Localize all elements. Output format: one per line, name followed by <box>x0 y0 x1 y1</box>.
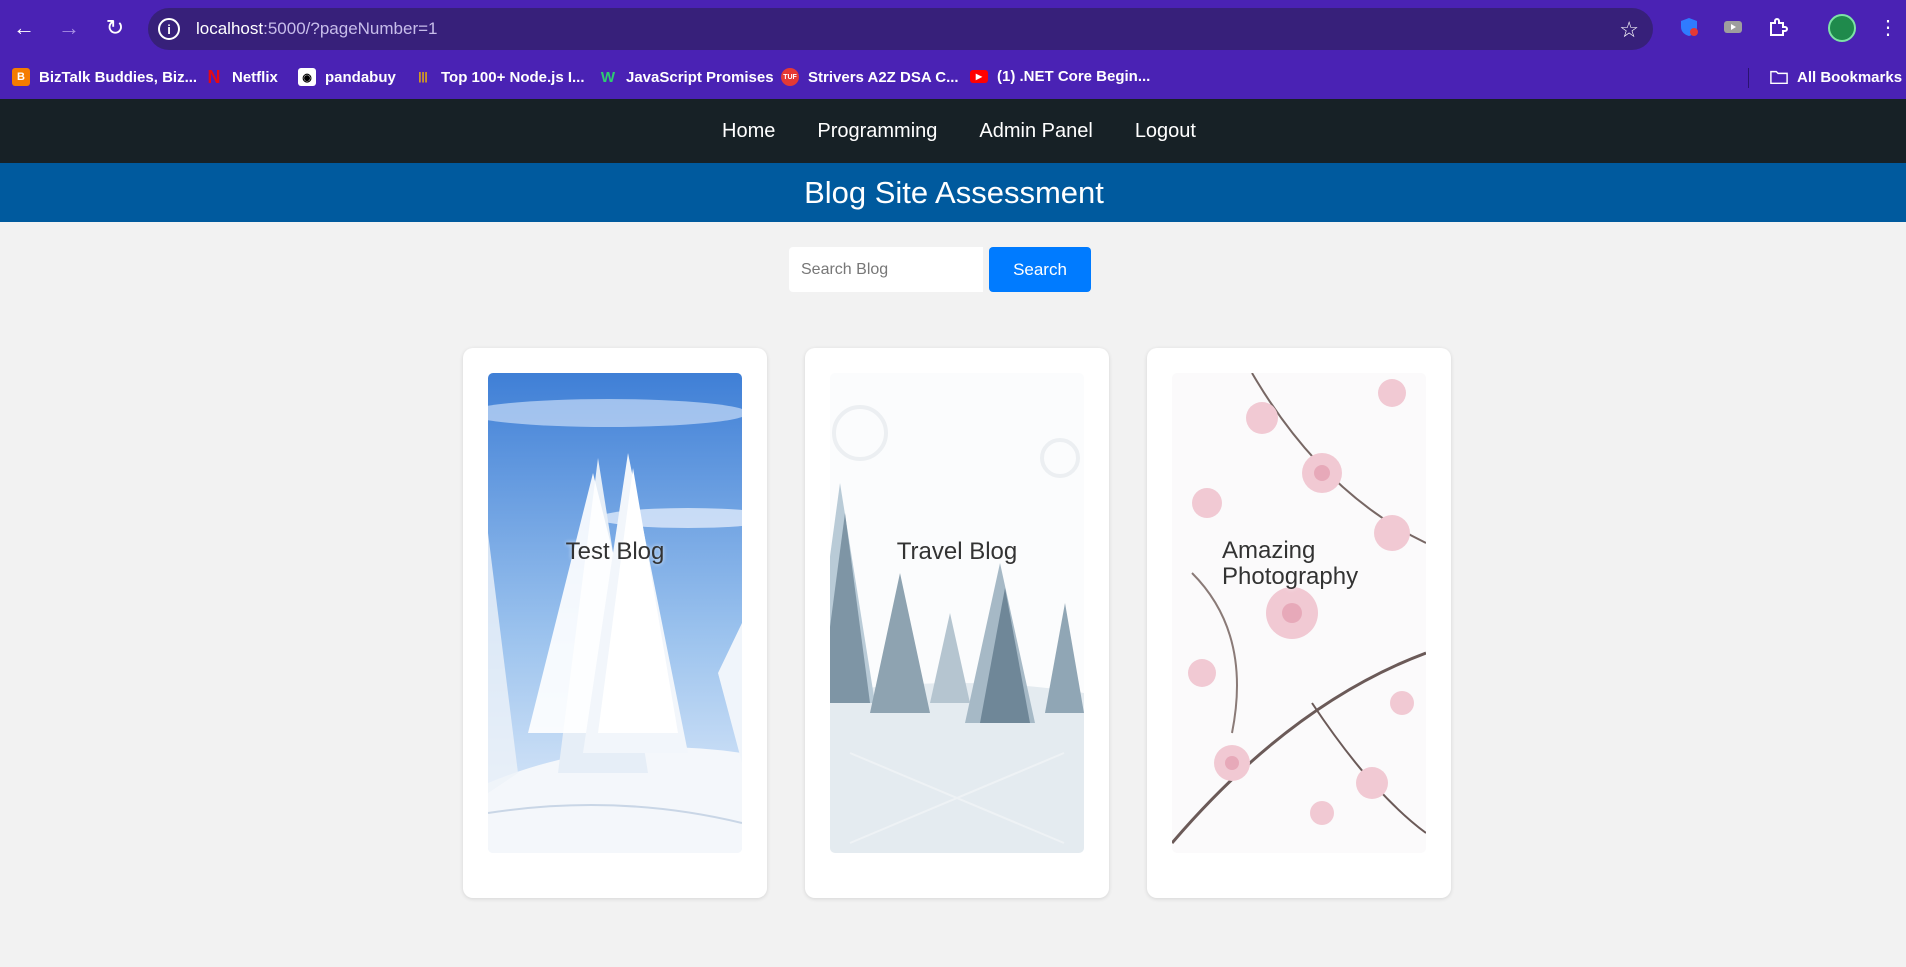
site-nav: Home Programming Admin Panel Logout <box>0 99 1906 163</box>
blogger-icon: B <box>12 68 30 86</box>
forward-arrow-icon[interactable]: → <box>57 15 81 40</box>
site-info-icon[interactable]: i <box>158 18 180 40</box>
bookmark-item[interactable]: ◉ pandabuy <box>298 68 396 86</box>
w-icon: W <box>600 68 616 86</box>
back-arrow-icon[interactable]: ← <box>12 15 36 40</box>
site-banner: Blog Site Assessment <box>0 163 1906 222</box>
tuf-icon: TUF <box>781 68 799 86</box>
bookmark-item[interactable]: B BizTalk Buddies, Biz... <box>12 68 197 86</box>
youtube-icon: ▶ <box>970 70 988 83</box>
bookmark-star-icon[interactable]: ☆ <box>1619 17 1639 43</box>
bookmark-label: pandabuy <box>325 68 396 86</box>
bookmark-item[interactable]: N Netflix <box>205 66 278 87</box>
blog-card-title-line: Photography <box>1222 563 1359 590</box>
reload-icon[interactable]: ↻ <box>103 15 127 40</box>
blog-card-title-line: Amazing <box>1222 537 1316 564</box>
pandabuy-icon: ◉ <box>298 68 316 86</box>
bookmark-item[interactable]: ||| Top 100+ Node.js I... <box>414 68 585 86</box>
bookmark-label: Top 100+ Node.js I... <box>441 68 585 86</box>
all-bookmarks-button[interactable]: All Bookmarks <box>1770 68 1902 86</box>
bookmark-item[interactable]: ▶ (1) .NET Core Begin... <box>970 68 1150 85</box>
bookmark-label: (1) .NET Core Begin... <box>997 68 1151 85</box>
folder-icon <box>1770 68 1788 86</box>
bookmark-label: Strivers A2Z DSA C... <box>808 68 959 86</box>
blog-card-title[interactable]: Amazing Photography <box>1222 538 1451 590</box>
nav-logout-link[interactable]: Logout <box>1135 120 1196 143</box>
nav-programming-link[interactable]: Programming <box>817 120 937 143</box>
bookmarks-bar: B BizTalk Buddies, Biz... N Netflix ◉ pa… <box>0 56 1906 99</box>
nav-admin-panel-link[interactable]: Admin Panel <box>979 120 1092 143</box>
nav-home-link[interactable]: Home <box>722 120 775 143</box>
blog-card-title[interactable]: Test Blog <box>463 538 767 566</box>
url-text[interactable]: localhost:5000/?pageNumber=1 <box>196 19 438 39</box>
blog-card-image[interactable] <box>830 373 1084 853</box>
blog-card-image[interactable] <box>488 373 742 853</box>
nav-links: Home Programming Admin Panel Logout <box>701 120 1217 143</box>
blog-card[interactable]: Test Blog <box>463 348 767 898</box>
browser-toolbar: ← → ↻ i localhost:5000/?pageNumber=1 ☆ ⋮ <box>0 0 1906 56</box>
bookmark-label: JavaScript Promises <box>626 68 774 86</box>
blog-card-title[interactable]: Travel Blog <box>805 538 1109 566</box>
blog-card[interactable]: Amazing Photography <box>1147 348 1451 898</box>
bookmark-item[interactable]: W JavaScript Promises <box>599 68 774 86</box>
bookmark-label: Netflix <box>232 68 278 86</box>
url-host: localhost <box>196 19 264 38</box>
media-extension-icon[interactable] <box>1720 14 1746 40</box>
menu-kebab-icon[interactable]: ⋮ <box>1875 14 1901 40</box>
bookmarks-divider <box>1748 68 1749 88</box>
search-form: Search <box>789 247 1091 292</box>
netflix-icon: N <box>207 66 221 87</box>
address-bar[interactable]: i localhost:5000/?pageNumber=1 ☆ <box>148 8 1653 50</box>
page-title: Blog Site Assessment <box>804 174 1104 210</box>
url-path: :5000/?pageNumber=1 <box>263 19 438 38</box>
all-bookmarks-label: All Bookmarks <box>1797 68 1903 86</box>
bookmark-label: BizTalk Buddies, Biz... <box>39 68 198 86</box>
browser-chrome: ← → ↻ i localhost:5000/?pageNumber=1 ☆ ⋮… <box>0 0 1906 99</box>
blog-card-image[interactable] <box>1172 373 1426 853</box>
search-button[interactable]: Search <box>989 247 1091 292</box>
blog-card[interactable]: Travel Blog <box>805 348 1109 898</box>
bars-icon: ||| <box>418 71 428 83</box>
search-input[interactable] <box>789 247 983 292</box>
extensions-puzzle-icon[interactable] <box>1765 14 1791 40</box>
bookmark-item[interactable]: TUF Strivers A2Z DSA C... <box>781 68 959 86</box>
extension-shield-icon[interactable] <box>1676 14 1702 40</box>
profile-avatar[interactable] <box>1828 14 1856 42</box>
